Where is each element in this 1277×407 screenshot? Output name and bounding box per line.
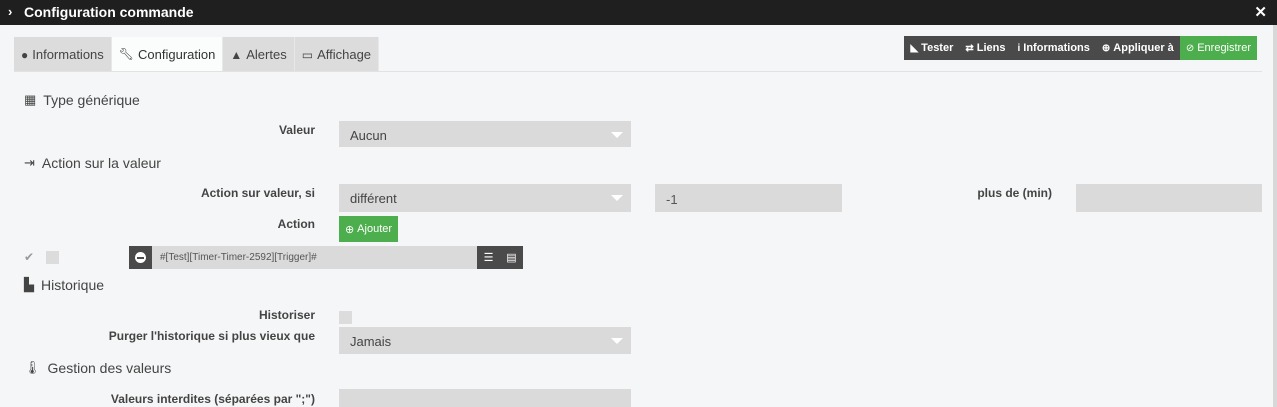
dialog-body [0,25,1277,407]
sign-out-icon: ⇥ [24,155,35,170]
minus-circle-icon [135,252,146,263]
valeur-select[interactable]: Aucun [339,121,631,147]
building-icon: ▦ [24,92,37,107]
purger-select[interactable]: Jamais [339,327,631,354]
historiser-label: Historiser [258,308,315,322]
plus-circle-icon: ⊕ [344,223,355,236]
plus-de-label: plus de (min) [977,186,1052,200]
valeurs-interdites-label: Valeurs interdites (séparées par ";") [110,392,315,406]
section-gestion-valeurs: 🌡︎ Gestion des valeurs [24,360,171,376]
list-icon[interactable]: ☰ [477,246,500,269]
ajouter-button[interactable]: ⊕ Ajouter [339,216,398,242]
valeur-label: Valeur [278,123,315,137]
rss-icon: ◣ [910,42,919,54]
action-option-checkbox[interactable] [46,251,59,264]
tab-affichage[interactable]: ▭ Affichage [294,37,380,72]
tab-bar: ● Informations 🔧︎ Configuration ▲ Alerte… [14,37,380,72]
wrench-icon: 🔧︎ [118,47,135,61]
section-title: Historique [41,277,105,293]
action-sur-valeur-label: Action sur valeur, si [200,186,315,200]
select-value: Aucun [350,128,387,143]
comparison-value-input[interactable]: -1 [655,184,842,212]
section-action-valeur: ⇥ Action sur la valeur [24,155,161,171]
action-label: Action [277,217,315,231]
enregistrer-button[interactable]: ⊘ Enregistrer [1179,36,1257,60]
action-toolbar: ◣ Tester ⇄ Liens i Informations ⊕ Appliq… [904,36,1257,60]
appliquer-button[interactable]: ⊕ Appliquer à [1095,36,1180,60]
dialog-titlebar: › Configuration commande ✕ [0,0,1277,25]
button-label: Liens [976,42,1006,54]
check-circle-icon: ⊘ [1185,42,1195,54]
monitor-icon: ▭ [301,47,314,62]
tab-divider [14,71,1262,72]
info-circle-icon: ● [21,47,29,62]
warning-icon: ▲ [230,47,243,62]
close-icon[interactable]: ✕ [1254,3,1267,21]
plus-circle-icon: ⊕ [1101,42,1111,54]
tester-button[interactable]: ◣ Tester [904,36,960,60]
tab-alertes[interactable]: ▲ Alertes [223,37,295,72]
scrollbar-track[interactable] [1273,25,1277,407]
section-title: Action sur la valeur [41,155,161,171]
chevron-down-icon [611,195,623,201]
section-title: Gestion des valeurs [47,360,172,376]
chevron-down-icon [611,338,623,344]
chevron-right-icon[interactable]: › [8,4,12,19]
action-command-row: #[Test][Timer-Timer-2592][Trigger]# ☰ ▤ [129,246,523,269]
button-label: Tester [921,42,954,54]
tab-configuration[interactable]: 🔧︎ Configuration [111,37,224,72]
historiser-checkbox[interactable] [339,311,352,324]
dialog-title: Configuration commande [24,4,194,20]
exchange-icon: ⇄ [965,42,974,54]
tab-label: Alertes [246,47,287,62]
action-enabled-checkbox[interactable]: ✔ [24,251,37,264]
action-command-input[interactable]: #[Test][Timer-Timer-2592][Trigger]# [152,246,477,269]
info-icon: i [1017,42,1021,54]
plus-de-input[interactable] [1076,184,1262,212]
tab-label: Configuration [138,46,216,62]
remove-action-button[interactable] [129,246,152,269]
button-label: Informations [1023,42,1090,54]
liens-button[interactable]: ⇄ Liens [959,36,1012,60]
tab-informations[interactable]: ● Informations [14,37,112,72]
section-type-generique: ▦ Type générique [24,92,140,108]
tab-label: Affichage [317,47,372,62]
tab-label: Informations [32,47,104,62]
informations-button[interactable]: i Informations [1011,36,1096,60]
options-icon[interactable]: ▤ [500,246,523,269]
thermometer-icon: 🌡︎ [24,360,41,375]
button-label: Ajouter [357,223,393,235]
chevron-down-icon [611,132,623,138]
button-label: Appliquer à [1113,42,1174,54]
bar-chart-icon: ▙ [24,277,34,292]
select-value: Jamais [350,334,392,349]
valeurs-interdites-input[interactable] [339,389,631,407]
operator-select[interactable]: différent [339,184,631,212]
purger-label: Purger l'historique si plus vieux que [108,329,315,343]
section-historique: ▙ Historique [24,277,104,293]
select-value: différent [350,191,397,206]
button-label: Enregistrer [1197,42,1251,54]
section-title: Type générique [43,92,140,108]
